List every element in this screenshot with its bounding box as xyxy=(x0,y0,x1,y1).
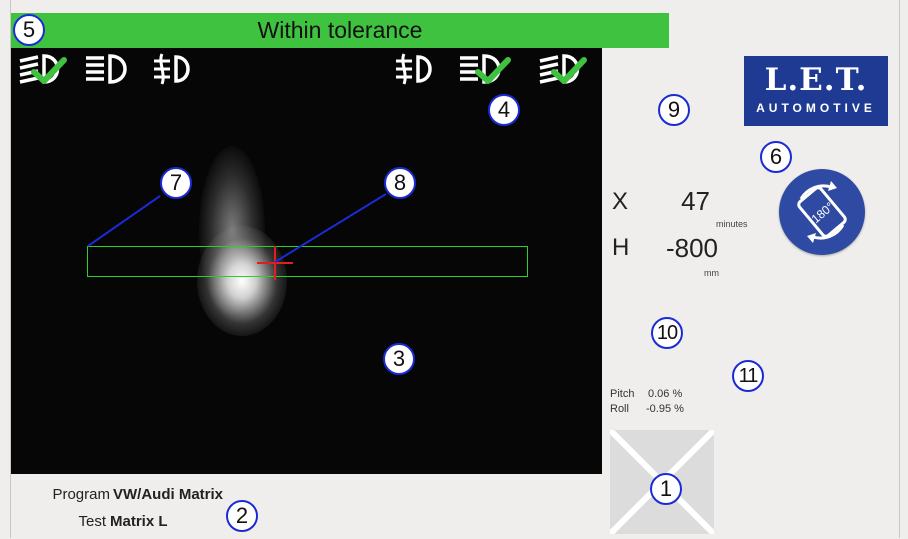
x-unit: minutes xyxy=(716,219,748,229)
test-label: Test xyxy=(78,513,106,530)
pitch-label: Pitch xyxy=(610,388,635,400)
callout-marker-8: 8 xyxy=(384,167,416,199)
callout-marker-6: 6 xyxy=(760,141,792,173)
callout-marker-10: 10 xyxy=(651,317,683,349)
program-label: Program xyxy=(52,486,110,503)
callout-marker-4: 4 xyxy=(488,94,520,126)
logo-main-text: L.E.T. xyxy=(764,62,868,98)
h-unit: mm xyxy=(704,268,719,278)
callout-marker-1: 1 xyxy=(650,473,682,505)
callout-marker-9: 9 xyxy=(658,94,690,126)
rotate-180-button[interactable]: 180° xyxy=(779,169,865,255)
program-value: VW/Audi Matrix xyxy=(113,486,224,503)
callout-marker-11: 11 xyxy=(732,360,764,392)
roll-label: Roll xyxy=(610,403,629,415)
callout-marker-7: 7 xyxy=(160,167,192,199)
x-label: X xyxy=(612,188,629,215)
x-value: 47 xyxy=(681,186,710,216)
callout-marker-2: 2 xyxy=(226,500,258,532)
h-label: H xyxy=(612,234,630,261)
callout-marker-5: 5 xyxy=(13,14,45,46)
roll-value: -0.95 % xyxy=(646,403,684,415)
rotate-180-icon: 180° xyxy=(797,181,847,243)
h-value: -800 xyxy=(665,233,718,263)
pitch-value: 0.06 % xyxy=(648,388,683,400)
test-value: Matrix L xyxy=(110,513,168,530)
logo-sub-text: AUTOMOTIVE xyxy=(756,101,876,115)
callout-marker-3: 3 xyxy=(383,343,415,375)
let-automotive-logo: L.E.T. AUTOMOTIVE xyxy=(744,56,888,126)
